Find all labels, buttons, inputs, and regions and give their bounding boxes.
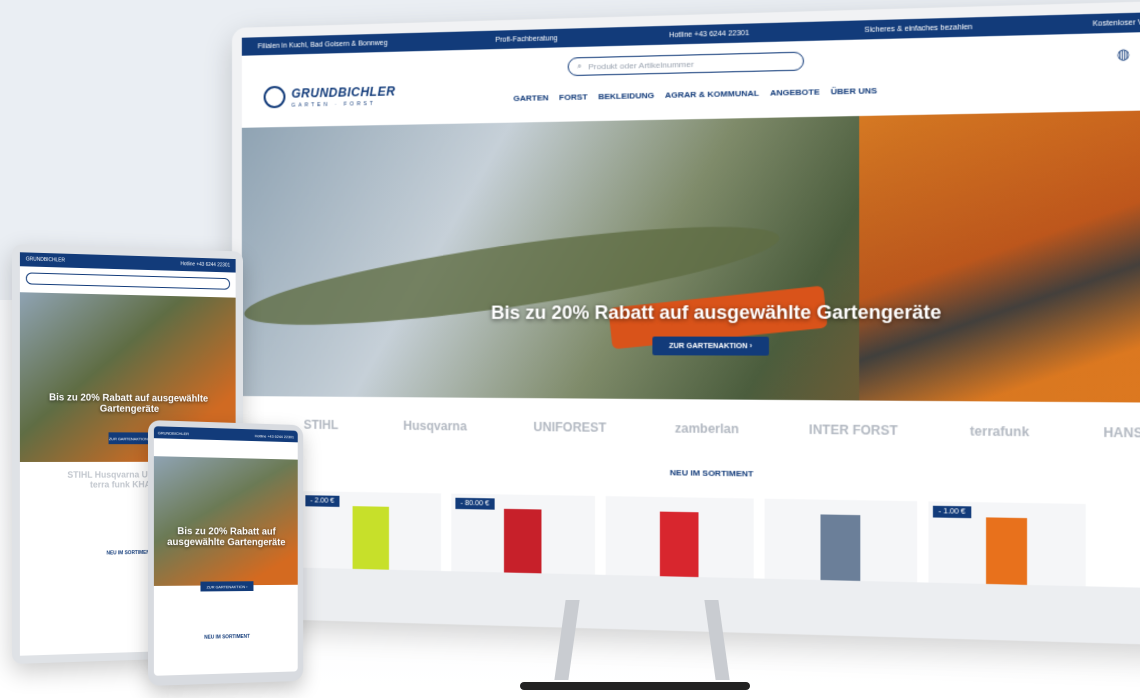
nav-item-forst[interactable]: FORST: [559, 92, 588, 102]
nav-item-agrar[interactable]: AGRAR & KOMMUNAL: [665, 88, 759, 99]
phone-hero: Bis zu 20% Rabatt auf ausgewählte Garten…: [154, 456, 298, 586]
discount-badge: - 80.00 €: [455, 498, 494, 510]
search-placeholder: Produkt oder Artikelnummer: [588, 59, 694, 71]
stand-base: [520, 682, 750, 690]
hero-worker-shape: [859, 109, 1140, 403]
phone-hero-title: Bis zu 20% Rabatt auf ausgewählte Garten…: [154, 526, 298, 548]
brand-logo[interactable]: UNIFOREST: [533, 420, 606, 435]
product-image: [660, 512, 699, 582]
nav-item-garten[interactable]: GARTEN: [513, 93, 548, 103]
globe-icon[interactable]: ◍: [1117, 46, 1130, 66]
brand-logo[interactable]: INTER FORST: [809, 422, 898, 438]
nav-item-ueber-uns[interactable]: ÜBER UNS: [831, 86, 877, 97]
topbar-item-payment[interactable]: Sicheres & einfaches bezahlen: [865, 23, 973, 33]
search-icon: ⌕: [577, 61, 582, 71]
monitor-stand: [520, 600, 750, 698]
hero-title: Bis zu 20% Rabatt auf ausgewählte Garten…: [242, 301, 1140, 324]
brand-strip: STIHL Husqvarna UNIFOREST zamberlan INTE…: [242, 400, 1140, 460]
brand-logo[interactable]: zamberlan: [675, 421, 739, 436]
desktop-screen: Filialen in Kuchl, Bad Goisern & Bonnweg…: [242, 10, 1140, 589]
nav-item-bekleidung[interactable]: BEKLEIDUNG: [598, 91, 654, 102]
stand-leg: [704, 600, 729, 680]
main-nav: GARTEN FORST BEKLEIDUNG AGRAR & KOMMUNAL…: [513, 86, 877, 103]
tablet-topbar: GRUNDBICHLER Hotline +43 6244 22301: [20, 252, 236, 272]
hero-banner: Bis zu 20% Rabatt auf ausgewählte Garten…: [242, 109, 1140, 403]
brand-logo[interactable]: HANSA: [1103, 425, 1140, 441]
phone-section-title: NEU IM SORTIMENT: [154, 633, 298, 642]
section-title: NEU IM SORTIMENT: [242, 462, 1140, 485]
header-icons: ◍ ♙ ⛟: [1117, 44, 1140, 66]
phone-topbar: GRUNDBICHLER Hotline +43 6244 22301: [154, 426, 298, 442]
search-input[interactable]: ⌕ Produkt oder Artikelnummer: [568, 52, 804, 77]
product-image: [986, 517, 1027, 589]
topbar-item-locations[interactable]: Filialen in Kuchl, Bad Goisern & Bonnweg: [258, 39, 388, 50]
site-logo[interactable]: GRUNDBICHLER GARTEN · FORST: [264, 82, 396, 109]
brand-logo[interactable]: Husqvarna: [403, 419, 467, 434]
logo-mark-icon: [264, 86, 286, 109]
product-image: [820, 514, 860, 585]
topbar-item-consulting[interactable]: Profi-Fachberatung: [495, 35, 557, 44]
nav-item-angebote[interactable]: ANGEBOTE: [770, 87, 820, 98]
product-image: [353, 506, 389, 574]
product-card[interactable]: - 1.00 €: [928, 501, 1085, 589]
hero-cta-button[interactable]: ZUR GARTENAKTION ›: [652, 337, 769, 356]
logo-subtitle: GARTEN · FORST: [291, 100, 395, 108]
tablet-hotline[interactable]: Hotline +43 6244 22301: [180, 261, 230, 268]
desktop-monitor: Filialen in Kuchl, Bad Goisern & Bonnweg…: [232, 0, 1140, 647]
brand-logo[interactable]: terrafunk: [970, 424, 1029, 440]
brand-logo[interactable]: STIHL: [304, 418, 339, 432]
tablet-hero-title: Bis zu 20% Rabatt auf ausgewählte Garten…: [20, 392, 236, 415]
phone-screen: GRUNDBICHLER Hotline +43 6244 22301 Bis …: [154, 426, 298, 676]
tablet-hero-button[interactable]: ZUR GARTENAKTION ›: [109, 432, 151, 444]
phone-logo[interactable]: GRUNDBICHLER: [158, 430, 189, 436]
tablet-search-input[interactable]: [26, 272, 230, 289]
discount-badge: - 1.00 €: [933, 506, 971, 518]
topbar-item-shipping[interactable]: Kostenloser Versand ab € 500,-: [1093, 17, 1140, 28]
product-image: [504, 509, 542, 578]
phone-device: GRUNDBICHLER Hotline +43 6244 22301 Bis …: [148, 420, 303, 686]
phone-hero-button[interactable]: ZUR GARTENAKTION ›: [200, 581, 253, 591]
discount-badge: - 2.00 €: [305, 495, 339, 507]
logo-name: GRUNDBICHLER: [291, 84, 395, 100]
product-card[interactable]: [765, 499, 918, 590]
phone-hotline[interactable]: Hotline +43 6244 22301: [255, 433, 294, 439]
stand-leg: [554, 600, 579, 680]
topbar-item-hotline[interactable]: Hotline +43 6244 22301: [669, 29, 749, 39]
tablet-logo[interactable]: GRUNDBICHLER: [26, 256, 65, 263]
